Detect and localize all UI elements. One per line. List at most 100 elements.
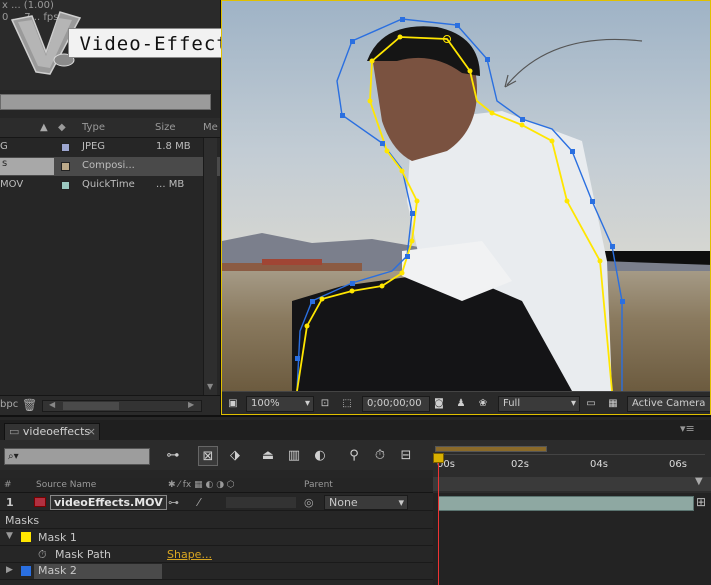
work-area-bar[interactable] xyxy=(435,446,547,452)
region-of-interest-icon[interactable]: ⬚ xyxy=(340,397,354,410)
label-swatch xyxy=(61,162,70,171)
chevron-down-icon: ▾ xyxy=(304,398,310,409)
mask-path-label: Mask Path xyxy=(55,548,111,561)
column-type[interactable]: Type xyxy=(82,122,105,133)
sort-up-icon[interactable]: ▲ xyxy=(40,122,48,133)
timecode-field[interactable]: 0;00;00;00 xyxy=(362,396,430,412)
project-item-size: ... MB xyxy=(156,179,185,190)
layer-row[interactable]: 1 videoEffects.MOV ⊶ ⁄ ◎ None ▾ xyxy=(0,494,433,511)
project-item-mov[interactable]: MOV QuickTime ... MB xyxy=(0,176,220,195)
mask-1-label: Mask 1 xyxy=(38,531,77,544)
fast-previews-icon[interactable]: ▭ xyxy=(584,397,598,410)
project-item-jpeg[interactable]: G JPEG 1.8 MB ⊞ xyxy=(0,138,220,157)
tab-videoeffects[interactable]: ▭ videoeffects × xyxy=(4,423,100,440)
timeline-column-header: # Source Name ✱ ⁄ fx ▦ ◐ ◑ ⬡ Parent xyxy=(0,478,433,493)
camera-dropdown[interactable]: Active Camera xyxy=(627,396,710,412)
column-media[interactable]: Me xyxy=(203,122,218,133)
mask-path-value[interactable]: Shape... xyxy=(167,548,212,561)
switch-boxes[interactable] xyxy=(226,497,296,508)
masks-group-row[interactable]: Masks xyxy=(0,512,433,529)
scroll-left-icon[interactable]: ◀ xyxy=(49,400,55,409)
mask-2-color-icon[interactable] xyxy=(21,566,31,576)
quality-icon[interactable]: ⁄ xyxy=(198,496,200,509)
expand-down-icon[interactable]: ▼ xyxy=(6,531,13,541)
pick-whip-icon[interactable]: ◎ xyxy=(304,496,314,509)
tab-label: videoeffects xyxy=(22,425,91,438)
show-snapshot-icon[interactable]: ♟ xyxy=(454,397,468,410)
mask-overlay[interactable] xyxy=(222,1,711,391)
masks-label: Masks xyxy=(5,514,40,527)
time-ruler[interactable]: 00s 02s 04s 06s ▼ xyxy=(433,440,711,493)
mask-1-row[interactable]: ▼ Mask 1 xyxy=(0,529,433,546)
layer-label-icon[interactable] xyxy=(34,497,46,507)
scroll-down-icon[interactable]: ▼ xyxy=(207,382,213,391)
timeline-tab-bar: ▭ videoeffects × ▾≡ xyxy=(0,420,711,440)
trash-icon[interactable]: 🗑 xyxy=(22,398,37,412)
column-parent[interactable]: Parent xyxy=(304,480,333,490)
current-time-indicator[interactable] xyxy=(438,455,439,585)
project-hscrollbar[interactable]: ◀ ▶ xyxy=(42,400,202,412)
frame-blending-icon[interactable]: ▥ xyxy=(284,446,304,466)
brainstorm-icon[interactable]: ⚲ xyxy=(344,446,364,466)
mask-2-row[interactable]: ▶ Mask 2 xyxy=(0,563,433,580)
ruler-label-2: 04s xyxy=(590,459,608,470)
layer-name[interactable]: videoEffects.MOV xyxy=(50,495,167,510)
column-source-name[interactable]: Source Name xyxy=(36,480,96,490)
comp-mini-flowchart-icon[interactable]: ⊶ xyxy=(163,446,183,466)
auto-keyframe-icon[interactable]: ⏱ xyxy=(370,446,390,466)
mask-2-path[interactable] xyxy=(296,18,623,391)
chevron-down-icon: ▾ xyxy=(398,496,404,509)
comp-marker-icon[interactable]: ▼ xyxy=(695,476,703,487)
chevron-down-icon: ▾ xyxy=(570,398,576,409)
project-item-type: Composi... xyxy=(82,160,135,171)
parent-dropdown[interactable]: None ▾ xyxy=(324,495,408,510)
stopwatch-icon[interactable]: ⏱ xyxy=(38,548,47,562)
bpc-label[interactable]: bpc xyxy=(0,399,18,410)
snapshot-icon[interactable]: ◙ xyxy=(432,397,446,410)
fit-icon[interactable]: ⊡ xyxy=(318,397,332,410)
column-size[interactable]: Size xyxy=(155,122,176,133)
scroll-thumb[interactable] xyxy=(63,402,119,410)
label-tag-icon[interactable]: ◆ xyxy=(58,122,66,133)
project-scrollbar[interactable]: ▼ xyxy=(203,138,217,395)
project-item-type: JPEG xyxy=(82,141,106,152)
draft-3d-icon[interactable]: ⬗ xyxy=(225,446,245,466)
mask-1-path[interactable] xyxy=(296,36,613,391)
layer-end-icon: ⊞ xyxy=(696,495,707,509)
project-item-comp[interactable]: s Composi... xyxy=(0,157,220,176)
project-footer: bpc 🗑 ◀ ▶ xyxy=(0,395,220,415)
expand-right-icon[interactable]: ▶ xyxy=(6,565,13,575)
resolution-value: Full xyxy=(503,398,521,409)
resolution-dropdown[interactable]: Full ▾ xyxy=(498,396,580,412)
scroll-right-icon[interactable]: ▶ xyxy=(188,400,194,409)
ruler-label-1: 02s xyxy=(511,459,529,470)
layer-duration-bar[interactable] xyxy=(438,496,694,511)
mask-2-vertices[interactable] xyxy=(295,17,625,361)
annotation-arrow xyxy=(506,38,643,86)
motion-blur-icon[interactable]: ◐ xyxy=(310,446,330,466)
hide-shy-icon[interactable]: ⏏ xyxy=(258,446,278,466)
project-item-name: MOV xyxy=(0,179,24,190)
always-preview-icon[interactable]: ▣ xyxy=(226,397,240,410)
composition-viewer[interactable]: ▣ 100% ▾ ⊡ ⬚ 0;00;00;00 ◙ ♟ ❀ Full ▾ ▭ ▦… xyxy=(221,0,711,415)
timeline-search-input[interactable]: ⌕▾ xyxy=(4,448,150,465)
comp-icon: ▭ xyxy=(9,425,23,438)
project-item-type: QuickTime xyxy=(82,179,135,190)
zoom-value: 100% xyxy=(251,398,280,409)
mask-path-row[interactable]: ⏱ Mask Path Shape... xyxy=(0,546,433,563)
live-update-icon[interactable]: ⊠ xyxy=(198,446,218,466)
close-icon[interactable]: × xyxy=(87,424,96,440)
zoom-dropdown[interactable]: 100% ▾ xyxy=(246,396,314,412)
panel-menu-icon[interactable]: ▾≡ xyxy=(680,422,695,435)
channel-icon[interactable]: ❀ xyxy=(476,397,490,410)
graph-editor-icon[interactable]: ⊟ xyxy=(396,446,416,466)
project-search-input[interactable] xyxy=(0,94,211,110)
column-number[interactable]: # xyxy=(4,480,12,490)
collapse-icon[interactable]: ⊶ xyxy=(168,496,179,509)
transparency-grid-icon[interactable]: ▦ xyxy=(606,397,620,410)
viewer-toolbar: ▣ 100% ▾ ⊡ ⬚ 0;00;00;00 ◙ ♟ ❀ Full ▾ ▭ ▦… xyxy=(222,391,710,414)
label-swatch xyxy=(61,181,70,190)
mask-1-color-icon[interactable] xyxy=(21,532,31,542)
project-item-size: 1.8 MB xyxy=(156,141,191,152)
playhead-handle[interactable] xyxy=(433,453,444,463)
